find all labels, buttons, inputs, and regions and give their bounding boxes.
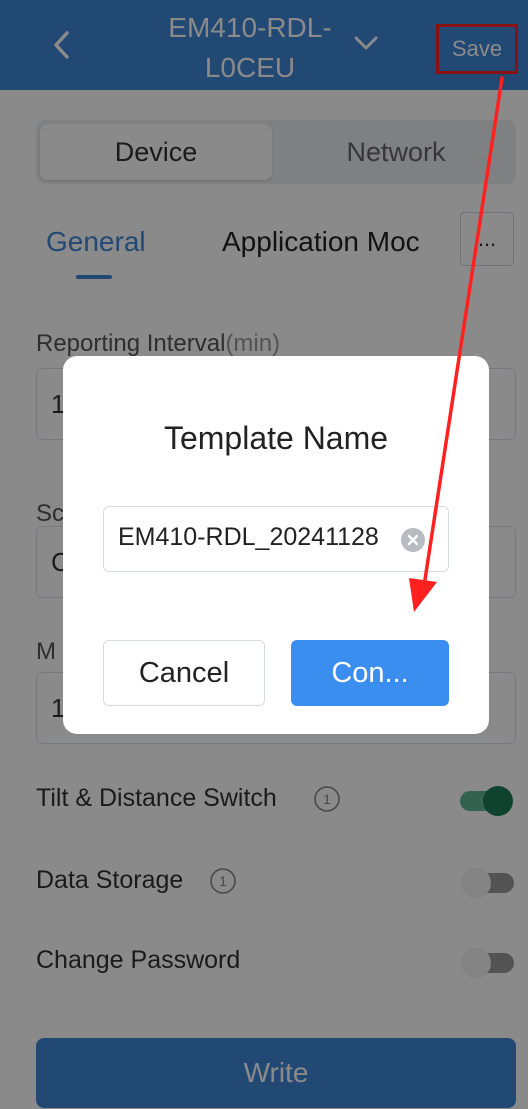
- template-name-dialog: Template Name EM410-RDL_20241128 Cancel …: [63, 356, 489, 734]
- confirm-button[interactable]: Con...: [291, 640, 449, 706]
- device-config-screen: EM410-RDL-L0CEU Save Device Network Gene…: [0, 0, 528, 1109]
- clear-input-icon[interactable]: [400, 527, 426, 553]
- cancel-button[interactable]: Cancel: [103, 640, 265, 706]
- template-name-input[interactable]: EM410-RDL_20241128: [103, 506, 449, 572]
- dialog-title: Template Name: [163, 420, 389, 456]
- template-name-input-value: EM410-RDL_20241128: [118, 523, 379, 551]
